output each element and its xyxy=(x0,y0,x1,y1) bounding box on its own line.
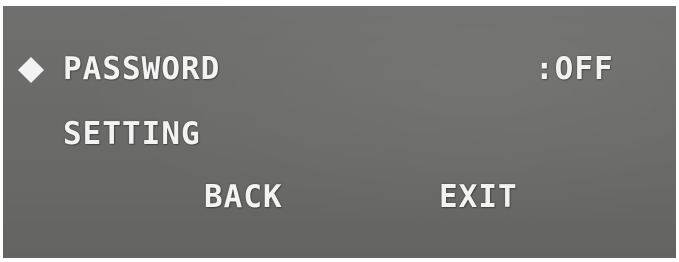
diamond-icon xyxy=(18,57,44,83)
exit-button[interactable]: EXIT xyxy=(439,179,518,215)
menu-item-password[interactable]: PASSWORD xyxy=(63,51,220,87)
osd-screen: PASSWORD :OFF SETTING BACK EXIT xyxy=(3,6,676,258)
menu-item-setting[interactable]: SETTING xyxy=(63,116,201,152)
password-value[interactable]: :OFF xyxy=(535,51,614,87)
back-button[interactable]: BACK xyxy=(204,179,283,215)
